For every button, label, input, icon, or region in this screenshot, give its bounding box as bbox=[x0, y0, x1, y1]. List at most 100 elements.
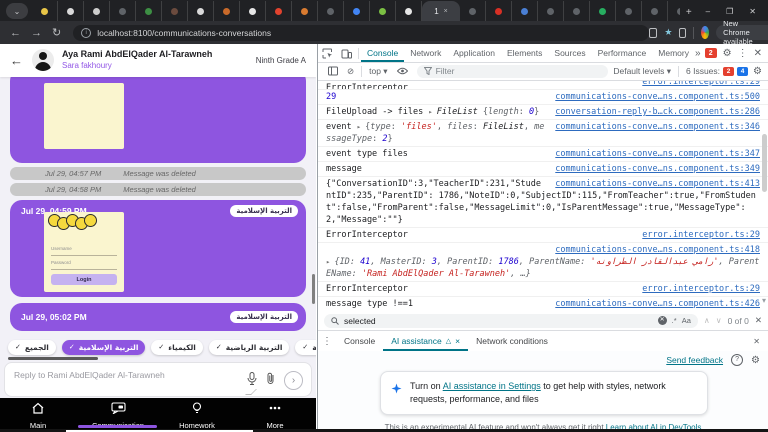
search-close-icon[interactable]: ✕ bbox=[755, 315, 762, 326]
browser-tab[interactable] bbox=[214, 1, 240, 21]
browser-tab[interactable] bbox=[58, 1, 84, 21]
maximize-button[interactable]: ❐ bbox=[726, 7, 733, 16]
console-filter-input[interactable]: Filter bbox=[417, 65, 609, 78]
issues-counter[interactable]: 6 Issues: 2 4 bbox=[686, 66, 748, 76]
message-bubble[interactable]: Jul 29, 04:59 PM التربية الإسلامية Usern… bbox=[10, 200, 306, 297]
drawer-tab-console[interactable]: Console bbox=[336, 331, 383, 351]
source-link[interactable]: conversation-reply-b…ck.component.ts:286 bbox=[555, 106, 760, 118]
browser-tab-active[interactable]: 1× bbox=[422, 1, 460, 21]
console-scrollbar[interactable] bbox=[762, 134, 767, 192]
browser-tab[interactable] bbox=[344, 1, 370, 21]
settings-gear-icon[interactable]: ⚙ bbox=[723, 48, 732, 59]
browser-tab[interactable] bbox=[564, 1, 590, 21]
clear-console-icon[interactable]: ⊘ bbox=[347, 66, 354, 77]
source-link[interactable]: error.interceptor.ts:29 bbox=[642, 283, 760, 295]
tab-console[interactable]: Console bbox=[361, 44, 404, 62]
console-sidebar-icon[interactable] bbox=[328, 66, 338, 76]
devtools-menu-icon[interactable]: ⋮ bbox=[738, 48, 748, 59]
browser-tab[interactable] bbox=[460, 1, 486, 21]
source-link[interactable]: communications-conve…ns.component.ts:426 bbox=[555, 298, 760, 310]
source-link[interactable]: communications-conve…ns.component.ts:413 bbox=[555, 178, 760, 190]
chip-physical-education[interactable]: ✓ التربية الرياضية bbox=[209, 340, 290, 355]
chip-vocational-education[interactable]: ✓ التربية المهنية bbox=[295, 340, 316, 355]
cast-icon[interactable] bbox=[649, 28, 657, 38]
back-button[interactable]: ← bbox=[10, 27, 21, 39]
minimize-button[interactable]: – bbox=[706, 7, 710, 16]
source-link[interactable]: communications-conve…ns.component.ts:349 bbox=[555, 163, 760, 175]
send-feedback-link[interactable]: Send feedback bbox=[666, 355, 723, 365]
extensions-icon[interactable] bbox=[679, 28, 686, 38]
browser-tab[interactable] bbox=[292, 1, 318, 21]
tab-network[interactable]: Network bbox=[404, 44, 447, 62]
message-bubble[interactable] bbox=[10, 77, 306, 163]
match-case-toggle[interactable]: Aa bbox=[682, 316, 691, 325]
source-link[interactable]: communications-conve…ns.component.ts:418 bbox=[555, 244, 760, 256]
object-preview[interactable]: ▸ {ID: 41, MasterID: 3, ParentID: 1786, … bbox=[326, 256, 760, 280]
ai-settings-gear-icon[interactable]: ⚙ bbox=[751, 355, 760, 366]
eye-icon[interactable] bbox=[397, 67, 408, 75]
drawer-close-icon[interactable]: ✕ bbox=[753, 337, 760, 346]
browser-tab[interactable] bbox=[370, 1, 396, 21]
close-window-button[interactable]: ✕ bbox=[749, 7, 756, 16]
browser-tab[interactable] bbox=[590, 1, 616, 21]
reload-button[interactable]: ↻ bbox=[52, 26, 61, 39]
drawer-tab-ai-assistance[interactable]: AI assistance △ × bbox=[383, 331, 468, 351]
devtools-close-icon[interactable]: ✕ bbox=[754, 48, 762, 59]
message-image-attachment[interactable] bbox=[44, 83, 124, 149]
profile-avatar[interactable] bbox=[701, 26, 709, 39]
inspect-element-icon[interactable] bbox=[322, 48, 333, 59]
chip-chemistry[interactable]: ✓ الكيمياء bbox=[151, 340, 202, 355]
help-icon[interactable]: ? bbox=[731, 354, 743, 366]
site-info-icon[interactable]: i bbox=[81, 28, 91, 38]
browser-tab[interactable] bbox=[396, 1, 422, 21]
browser-tab[interactable] bbox=[240, 1, 266, 21]
tab-sources[interactable]: Sources bbox=[548, 44, 591, 62]
tab-memory[interactable]: Memory bbox=[652, 44, 695, 62]
search-prev-icon[interactable]: ∧ bbox=[704, 316, 710, 325]
attachment-icon[interactable] bbox=[266, 372, 275, 390]
browser-tab[interactable] bbox=[110, 1, 136, 21]
source-link[interactable]: error.interceptor.ts:29 bbox=[642, 81, 760, 88]
browser-tab[interactable] bbox=[512, 1, 538, 21]
console-log-area[interactable]: error.interceptor.ts:29 ErrorInterceptor… bbox=[318, 81, 768, 311]
more-tabs-icon[interactable]: » bbox=[695, 48, 701, 59]
new-tab-button[interactable]: + bbox=[686, 7, 692, 18]
search-input[interactable]: selected ✕ .* Aa bbox=[324, 314, 698, 328]
scroll-down-icon[interactable]: ▾ bbox=[762, 296, 766, 305]
tab-application[interactable]: Application bbox=[447, 44, 501, 62]
forward-button[interactable]: → bbox=[31, 27, 42, 39]
chip-all-subjects[interactable]: ✓ الجميع bbox=[8, 340, 56, 355]
microphone-icon[interactable] bbox=[247, 372, 257, 390]
drawer-menu-icon[interactable]: ⋮ bbox=[322, 336, 332, 347]
reply-box[interactable]: Reply to Rami AbdElQader Al-Tarawneh › bbox=[4, 362, 312, 397]
tab-elements[interactable]: Elements bbox=[501, 44, 548, 62]
log-levels-dropdown[interactable]: Default levels ▾ bbox=[613, 66, 671, 77]
chip-islamic-education[interactable]: ✓ التربية الإسلامية bbox=[62, 340, 146, 355]
new-chrome-button[interactable]: New Chrome available ⋮ bbox=[716, 25, 768, 40]
nav-homework[interactable]: Homework bbox=[167, 401, 227, 430]
browser-tab[interactable] bbox=[136, 1, 162, 21]
browser-tab[interactable] bbox=[32, 1, 58, 21]
regex-toggle[interactable]: .* bbox=[672, 316, 677, 325]
browser-tab[interactable] bbox=[616, 1, 642, 21]
source-link[interactable]: error.interceptor.ts:29 bbox=[642, 229, 760, 241]
browser-tab[interactable] bbox=[668, 1, 680, 21]
send-button[interactable]: › bbox=[284, 371, 303, 390]
chips-horizontal-scrollbar[interactable] bbox=[8, 357, 98, 360]
nav-more[interactable]: More bbox=[245, 401, 305, 430]
nav-main[interactable]: Main bbox=[8, 401, 68, 430]
browser-tab[interactable] bbox=[538, 1, 564, 21]
message-bubble[interactable]: Jul 29, 05:02 PM التربية الإسلامية bbox=[10, 303, 306, 331]
console-settings-icon[interactable]: ⚙ bbox=[753, 66, 762, 77]
tab-performance[interactable]: Performance bbox=[592, 44, 653, 62]
context-selector[interactable]: top ▾ bbox=[369, 66, 387, 77]
browser-tab[interactable] bbox=[188, 1, 214, 21]
browser-tab[interactable] bbox=[642, 1, 668, 21]
bookmark-star-icon[interactable]: ★ bbox=[664, 27, 672, 38]
learn-about-ai-link[interactable]: Learn about AI in DevTools bbox=[606, 423, 702, 432]
browser-tab[interactable] bbox=[266, 1, 292, 21]
search-next-icon[interactable]: ∨ bbox=[716, 316, 722, 325]
close-tab-icon[interactable]: × bbox=[455, 336, 460, 346]
source-link[interactable]: communications-conve…ns.component.ts:346 bbox=[555, 121, 760, 133]
messages-list[interactable]: Jul 29, 04:57 PM Message was deleted Jul… bbox=[0, 77, 316, 336]
